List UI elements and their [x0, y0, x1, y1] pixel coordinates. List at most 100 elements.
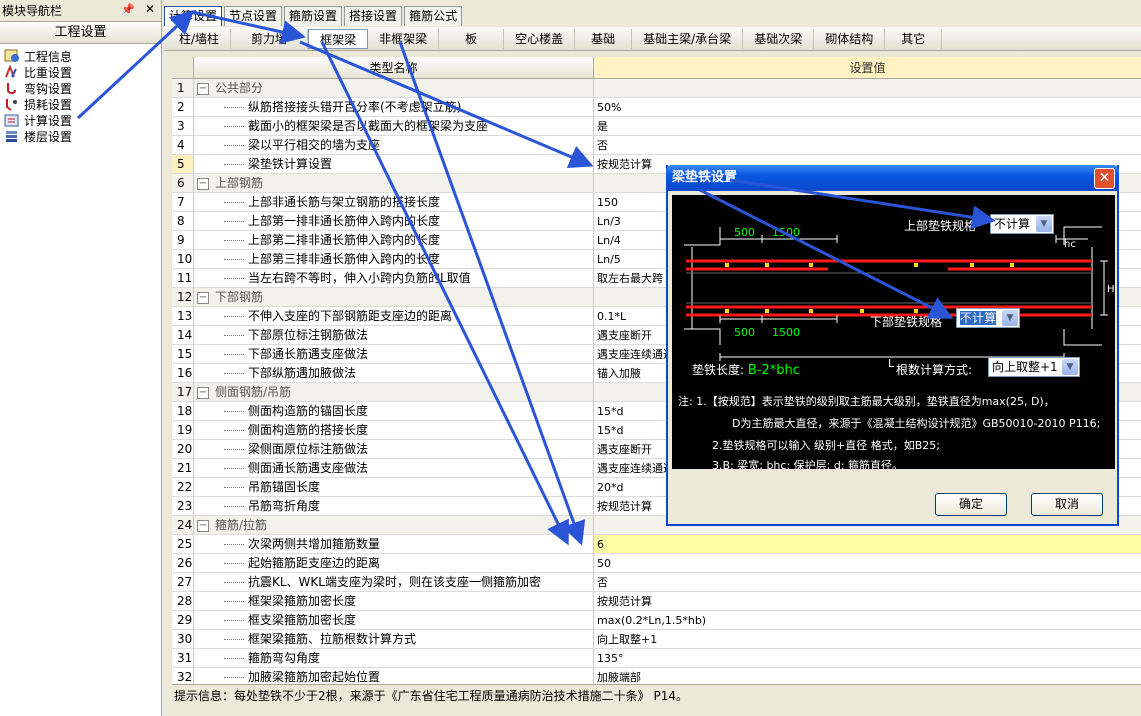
- table-row[interactable]: 30 框架梁箍筋、拉筋根数计算方式 向上取整+1: [172, 630, 1141, 649]
- collapse-icon[interactable]: −: [197, 519, 209, 532]
- setting-name: 侧面构造筋的锚固长度: [194, 402, 594, 420]
- setting-label: 梁以平行相交的墙为支座: [248, 138, 381, 152]
- nav-item-loss[interactable]: 损耗设置: [0, 96, 161, 112]
- tree-connector: [224, 107, 244, 108]
- table-row[interactable]: 28 框架梁箍筋加密长度 按规范计算: [172, 592, 1141, 611]
- setting-name: − 公共部分: [194, 79, 594, 97]
- nav-item-calc-settings[interactable]: 计算设置: [0, 111, 161, 129]
- count-method-label: 根数计算方式:: [896, 363, 973, 377]
- setting-value[interactable]: 50%: [594, 98, 1141, 116]
- subtab-shear-wall[interactable]: 剪力墙: [231, 28, 309, 49]
- setting-name: 起始箍筋距支座边的距离: [194, 554, 594, 572]
- tree-connector: [224, 164, 244, 165]
- count-method-value: 向上取整+1: [992, 360, 1058, 374]
- setting-label: 梁垫铁计算设置: [248, 157, 333, 171]
- top-spacer-select[interactable]: 不计算 ▼: [990, 214, 1054, 234]
- table-row[interactable]: 25 次梁两侧共增加箍筋数量 6: [172, 535, 1141, 554]
- collapse-icon[interactable]: −: [197, 82, 209, 95]
- setting-name: 截面小的框架梁是否以截面大的框架梁为支座: [194, 117, 594, 135]
- setting-value[interactable]: max(0.2*Ln,1.5*hb): [594, 611, 1141, 629]
- info-icon: [4, 49, 20, 63]
- note-line-1: 注: 1.【按规范】表示垫铁的级别取主筋最大级别，垫铁直径为max(25, D)…: [678, 395, 1055, 408]
- row-number: 8: [172, 212, 194, 230]
- close-icon[interactable]: ✕: [1094, 168, 1115, 189]
- subtab-frame-beam[interactable]: 框架梁: [308, 28, 369, 49]
- table-row[interactable]: 3 截面小的框架梁是否以截面大的框架梁为支座 是: [172, 117, 1141, 136]
- setting-value[interactable]: 加腋端部: [594, 668, 1141, 684]
- setting-name: 当左右跨不等时，伸入小跨内负筋的L取值: [194, 269, 594, 287]
- nav-item-floor[interactable]: 楼层设置: [0, 128, 161, 144]
- subtab-foundation-main-beam[interactable]: 基础主梁/承台梁: [632, 28, 744, 49]
- row-number: 7: [172, 193, 194, 211]
- row-number-header: [172, 57, 194, 78]
- subtab-slab[interactable]: 板: [439, 28, 505, 49]
- table-row[interactable]: 31 箍筋弯勾角度 135°: [172, 649, 1141, 668]
- setting-label: 框架梁箍筋、拉筋根数计算方式: [248, 632, 417, 646]
- setting-value[interactable]: 135°: [594, 649, 1141, 667]
- table-row[interactable]: 4 梁以平行相交的墙为支座 否: [172, 136, 1141, 155]
- column-header-name: 类型名称: [194, 57, 594, 78]
- subtab-non-frame-beam[interactable]: 非框架梁: [368, 28, 440, 49]
- setting-label: 截面小的框架梁是否以截面大的框架梁为支座: [248, 119, 489, 133]
- row-number: 21: [172, 459, 194, 477]
- tree-connector: [224, 259, 244, 260]
- table-row[interactable]: 2 纵筋搭接接头错开百分率(不考虑架立筋) 50%: [172, 98, 1141, 117]
- collapse-icon[interactable]: −: [197, 177, 209, 190]
- setting-value[interactable]: 6: [594, 535, 1141, 553]
- weight-icon: [4, 64, 20, 79]
- subtab-hollow-floor[interactable]: 空心楼盖: [504, 28, 576, 49]
- nav-item-weight[interactable]: 比重设置: [0, 64, 161, 80]
- tree-connector: [224, 639, 244, 640]
- tab-lap-settings[interactable]: 搭接设置: [344, 6, 403, 26]
- setting-name: 加腋梁箍筋加密起始位置: [194, 668, 594, 684]
- subtab-column[interactable]: 柱/墙柱: [168, 28, 232, 49]
- tab-stirrup-settings[interactable]: 箍筋设置: [284, 6, 343, 26]
- table-row[interactable]: 26 起始箍筋距支座边的距离 50: [172, 554, 1141, 573]
- ok-button[interactable]: 确定: [935, 493, 1007, 516]
- setting-label: 起始箍筋距支座边的距离: [248, 556, 381, 570]
- pin-icon[interactable]: 📌: [121, 3, 135, 16]
- project-settings-section[interactable]: 工程设置: [0, 22, 161, 44]
- table-row[interactable]: 27 抗震KL、WKL端支座为梁时，则在该支座一侧箍筋加密 否: [172, 573, 1141, 592]
- setting-value[interactable]: 是: [594, 117, 1141, 135]
- tab-node-settings[interactable]: 节点设置: [224, 6, 283, 26]
- table-row[interactable]: 29 框支梁箍筋加密长度 max(0.2*Ln,1.5*hb): [172, 611, 1141, 630]
- setting-value[interactable]: 按规范计算: [594, 592, 1141, 610]
- close-icon[interactable]: ✕: [145, 2, 155, 16]
- row-number: 19: [172, 421, 194, 439]
- tab-stirrup-formula[interactable]: 箍筋公式: [404, 6, 463, 26]
- setting-value[interactable]: 向上取整+1: [594, 630, 1141, 648]
- cancel-button[interactable]: 取消: [1031, 493, 1103, 516]
- nav-item-label: 工程信息: [24, 49, 73, 64]
- tree-connector: [224, 126, 244, 127]
- tree-connector: [224, 563, 244, 564]
- setting-name: 侧面构造筋的搭接长度: [194, 421, 594, 439]
- table-group-row[interactable]: 1− 公共部分: [172, 79, 1141, 98]
- status-bar: 提示信息：每处垫铁不少于2根，来源于《广东省住宅工程质量通病防治技术措施二十条》…: [172, 684, 1141, 716]
- tab-calc-settings[interactable]: 计算设置: [164, 6, 223, 26]
- collapse-icon[interactable]: −: [197, 291, 209, 304]
- table-row[interactable]: 32 加腋梁箍筋加密起始位置 加腋端部: [172, 668, 1141, 684]
- setting-value[interactable]: 否: [594, 136, 1141, 154]
- grid-header: 类型名称 设置值: [172, 57, 1141, 79]
- setting-label: 上部第三排非通长筋伸入跨内的长度: [248, 252, 441, 266]
- setting-value[interactable]: 50: [594, 554, 1141, 572]
- tree-connector: [224, 316, 244, 317]
- subtab-foundation[interactable]: 基础: [575, 28, 633, 49]
- hook-icon: [4, 81, 20, 95]
- setting-name: 吊筋锚固长度: [194, 478, 594, 496]
- setting-label: 加腋梁箍筋加密起始位置: [248, 670, 381, 684]
- nav-item-project-info[interactable]: 工程信息: [0, 48, 161, 64]
- count-method-select[interactable]: 向上取整+1 ▼: [988, 357, 1080, 377]
- nav-item-hook[interactable]: 弯钩设置: [0, 80, 161, 96]
- bottom-spacer-select[interactable]: 不计算 ▼: [956, 308, 1020, 328]
- setting-label: 上部钢筋: [215, 176, 264, 190]
- setting-value[interactable]: 否: [594, 573, 1141, 591]
- tree-connector: [224, 240, 244, 241]
- setting-name: − 箍筋/拉筋: [194, 516, 594, 534]
- subtab-other[interactable]: 其它: [885, 28, 943, 49]
- collapse-icon[interactable]: −: [197, 386, 209, 399]
- tree-connector: [224, 601, 244, 602]
- subtab-masonry[interactable]: 砌体结构: [814, 28, 886, 49]
- subtab-foundation-secondary-beam[interactable]: 基础次梁: [743, 28, 815, 49]
